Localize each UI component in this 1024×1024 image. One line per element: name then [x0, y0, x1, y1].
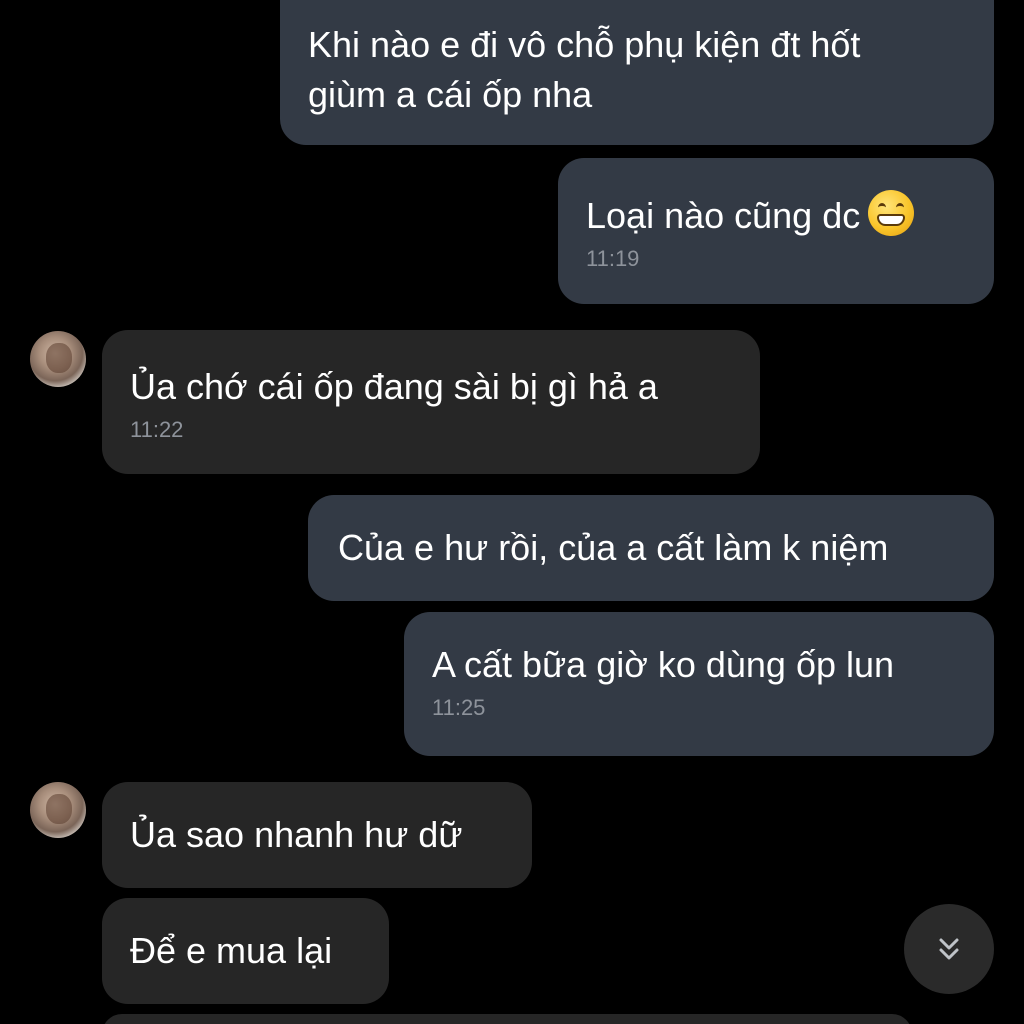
message-timestamp: 11:25 — [432, 695, 486, 720]
scroll-to-bottom-button[interactable] — [904, 904, 994, 994]
contact-avatar[interactable] — [30, 331, 86, 387]
message-text: giùm a cái ốp nha — [308, 74, 593, 115]
message-text-row: Loại nào cũng dc — [586, 190, 994, 241]
contact-avatar[interactable] — [30, 782, 86, 838]
outgoing-message[interactable]: Của e hư rồi, của a cất làm k niệm — [308, 495, 994, 601]
message-text: Của e hư rồi, của a cất làm k niệm — [338, 527, 889, 568]
message-text: Loại nào cũng dc — [586, 195, 861, 236]
message-text: Khi nào e đi vô chỗ phụ kiện đt hốt — [308, 24, 861, 65]
incoming-message-partial[interactable] — [102, 1014, 912, 1024]
double-chevron-down-icon — [939, 938, 959, 960]
message-text: Ủa sao nhanh hư dữ — [130, 814, 463, 855]
outgoing-message[interactable]: Loại nào cũng dc 11:19 — [558, 158, 994, 304]
message-text: Ủa chớ cái ốp đang sài bị gì hả a — [130, 366, 658, 407]
message-timestamp: 11:22 — [130, 417, 184, 442]
incoming-message[interactable]: Ủa sao nhanh hư dữ — [102, 782, 532, 888]
incoming-message[interactable]: Ủa chớ cái ốp đang sài bị gì hả a 11:22 — [102, 330, 760, 474]
outgoing-message[interactable]: Khi nào e đi vô chỗ phụ kiện đt hốt giùm… — [280, 0, 994, 145]
incoming-message[interactable]: Để e mua lại — [102, 898, 389, 1004]
message-timestamp: 11:19 — [586, 246, 640, 271]
outgoing-message[interactable]: A cất bữa giờ ko dùng ốp lun 11:25 — [404, 612, 994, 756]
chat-conversation: Khi nào e đi vô chỗ phụ kiện đt hốt giùm… — [0, 0, 1024, 1024]
message-text: Để e mua lại — [130, 930, 333, 971]
message-text: A cất bữa giờ ko dùng ốp lun — [432, 644, 895, 685]
grinning-face-emoji-icon — [868, 190, 915, 236]
